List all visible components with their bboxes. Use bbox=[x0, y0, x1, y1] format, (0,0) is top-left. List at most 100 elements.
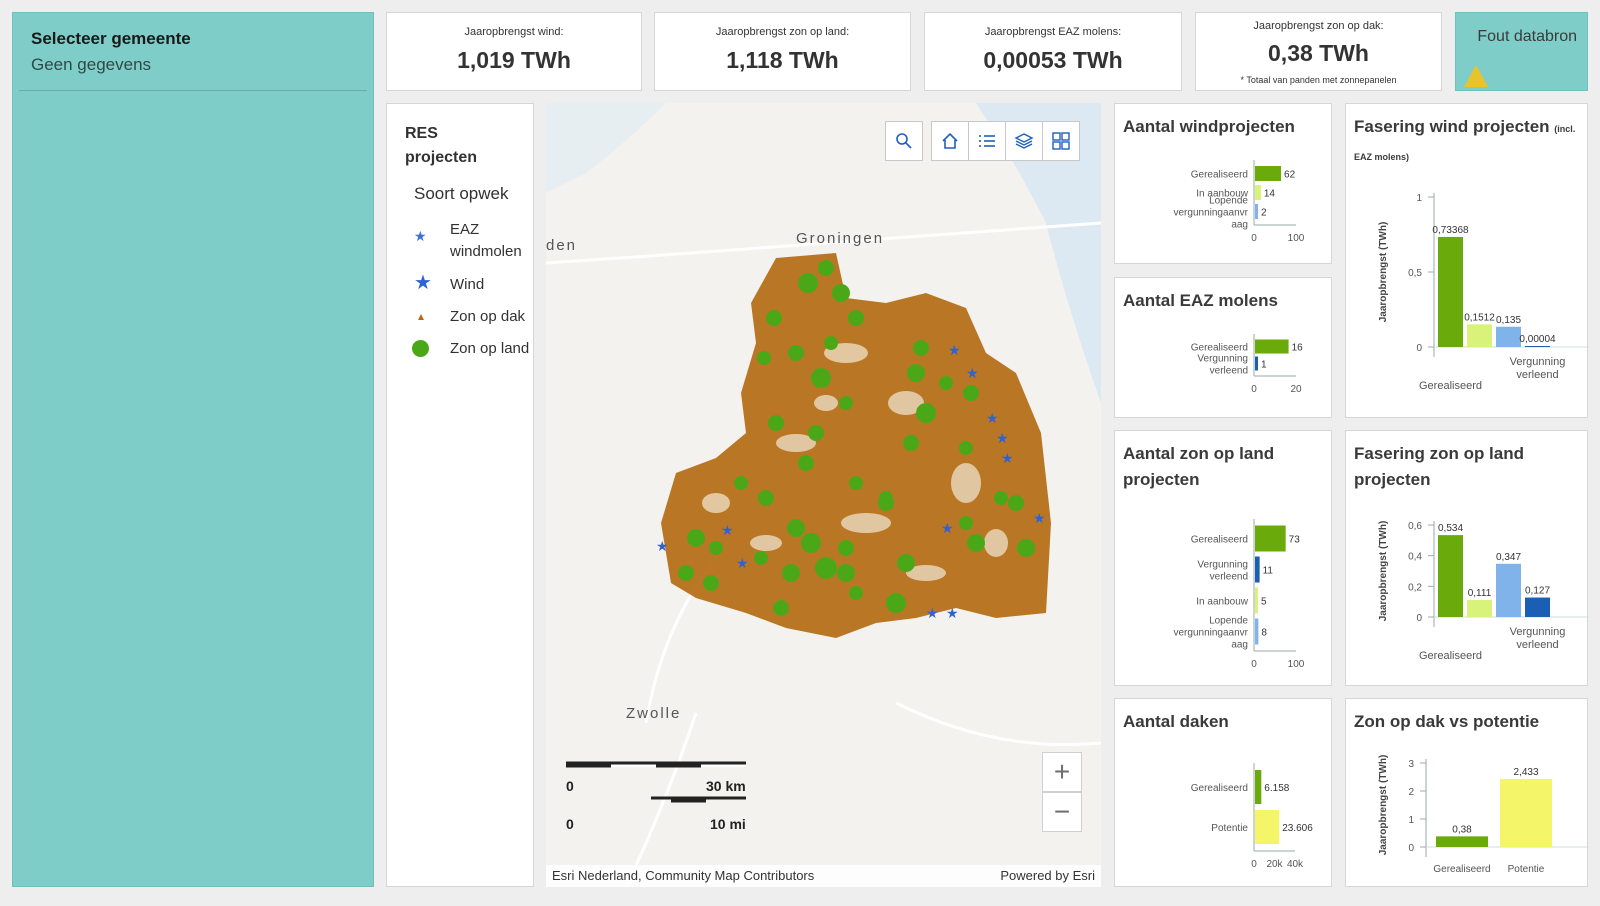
bar[interactable] bbox=[1255, 525, 1286, 552]
y-tick-label: 0 bbox=[1416, 343, 1422, 354]
city-label-partial: den bbox=[546, 237, 577, 254]
bar[interactable] bbox=[1496, 563, 1521, 617]
layers-icon bbox=[1014, 133, 1034, 149]
eaz-chart: 16 Gerealiseerd 1 Vergunningverleend0 20 bbox=[1191, 334, 1303, 395]
kpi-label: Jaaropbrengst zon op dak: bbox=[1253, 20, 1384, 32]
svg-text:★: ★ bbox=[926, 605, 939, 621]
bar[interactable] bbox=[1500, 778, 1552, 847]
bar[interactable] bbox=[1255, 204, 1258, 219]
map-attribution: Esri Nederland, Community Map Contributo… bbox=[546, 865, 1101, 887]
legend-item-label: Zon op dak bbox=[450, 308, 526, 325]
fasering-zon-chart: Jaaropbrengst (TWh) 0,6 0,4 0,2 0 0,534 0,111 0… bbox=[1378, 521, 1589, 662]
category-label: Lopende bbox=[1209, 196, 1248, 207]
plus-icon: + bbox=[1053, 756, 1071, 787]
circle-icon bbox=[412, 340, 429, 357]
chart-card-daken: Aantal daken 6.158 Gerealiseerd 23.606 Pote… bbox=[1114, 698, 1332, 887]
zoom-in-button[interactable]: + bbox=[1042, 752, 1082, 792]
sidebar-title: Selecteer gemeente bbox=[31, 29, 191, 48]
bar-value-label: 1 bbox=[1261, 360, 1267, 371]
bar[interactable] bbox=[1255, 810, 1280, 844]
bar[interactable] bbox=[1467, 599, 1492, 617]
category-label: Gerealiseerd bbox=[1191, 535, 1248, 546]
y-tick-label: 0 bbox=[1408, 843, 1414, 854]
category-label: Vergunning bbox=[1197, 560, 1248, 571]
svg-text:★: ★ bbox=[1001, 450, 1014, 466]
svg-text:★: ★ bbox=[941, 520, 954, 536]
bar[interactable] bbox=[1255, 185, 1261, 200]
zonland-chart: 73 Gerealiseerd 11 Vergunningverleend 5 In aa… bbox=[1174, 519, 1305, 670]
kpi-note: * Totaal van panden met zonnepanelen bbox=[1240, 75, 1397, 85]
y-tick-label: 0,2 bbox=[1408, 582, 1422, 593]
sidebar-divider bbox=[19, 90, 367, 91]
y-tick-label: 1 bbox=[1416, 193, 1422, 204]
legend-subtitle: Soort opwek bbox=[414, 184, 509, 203]
kpi-card-eaz: Jaaropbrengst EAZ molens: 0,00053 TWh bbox=[924, 12, 1182, 91]
bar-value-label: 5 bbox=[1261, 597, 1267, 608]
star-icon: ★ bbox=[414, 272, 432, 294]
tick-label: 40k bbox=[1287, 859, 1304, 870]
bar[interactable] bbox=[1438, 236, 1463, 347]
category-label: Gerealiseerd bbox=[1191, 783, 1248, 794]
bar[interactable] bbox=[1438, 535, 1463, 617]
legend-item-label: EAZ windmolen bbox=[450, 221, 522, 260]
bar-value-label: 0,73368 bbox=[1432, 225, 1469, 236]
bar[interactable] bbox=[1467, 324, 1492, 347]
bar[interactable] bbox=[1255, 587, 1258, 614]
zoom-out-button[interactable]: − bbox=[1042, 792, 1082, 832]
tick-label: 0 bbox=[1251, 659, 1257, 670]
category-label: aag bbox=[1231, 220, 1248, 231]
bar[interactable] bbox=[1255, 556, 1260, 583]
bar[interactable] bbox=[1255, 166, 1282, 181]
bar-value-label: 0,00004 bbox=[1519, 334, 1556, 345]
kpi-value: 0,00053 TWh bbox=[983, 47, 1123, 73]
bar[interactable] bbox=[1255, 618, 1259, 645]
category-label: vergunningaanvr bbox=[1174, 628, 1249, 639]
small-star-icon: ★ bbox=[414, 228, 427, 244]
bar[interactable] bbox=[1496, 326, 1521, 347]
daken-chart: 6.158 Gerealiseerd 23.606 Potentie 0 20k 40k bbox=[1191, 763, 1313, 870]
bar[interactable] bbox=[1255, 339, 1289, 354]
bar[interactable] bbox=[1436, 836, 1488, 847]
tick-label: 0 bbox=[1251, 384, 1257, 395]
bar-value-label: 6.158 bbox=[1264, 783, 1289, 794]
tick-label: 20 bbox=[1290, 384, 1302, 395]
x-tick-label: Vergunning bbox=[1510, 626, 1566, 638]
search-icon bbox=[896, 133, 912, 149]
chart-card-windprojecten: Aantal windprojecten 62 Gerealiseerd 14 In … bbox=[1114, 103, 1332, 264]
legend-item-label: Wind bbox=[450, 276, 485, 293]
bar[interactable] bbox=[1255, 770, 1262, 804]
minus-icon: − bbox=[1053, 796, 1071, 827]
powered-by-esri[interactable]: Powered by Esri bbox=[1000, 868, 1095, 883]
basemap-gallery-button[interactable] bbox=[1042, 121, 1080, 161]
bar-value-label: 8 bbox=[1261, 628, 1267, 639]
map-canvas[interactable]: ★ ★ ★ ★ ★ ★ ★ ★ ★ ★ ★ ★ Groningen Zwolle den 0 3… bbox=[546, 103, 1101, 887]
tick-label: 100 bbox=[1288, 659, 1305, 670]
legend-title: RES projecten bbox=[405, 125, 478, 166]
bar-value-label: 73 bbox=[1289, 535, 1301, 546]
data-source-error-card[interactable]: Fout databron bbox=[1455, 12, 1588, 91]
bar[interactable] bbox=[1255, 356, 1258, 371]
chart-card-zon-dak-potentie: Zon op dak vs potentie Jaaropbrengst (TW… bbox=[1345, 698, 1589, 887]
municipality-selector-panel[interactable]: Selecteer gemeente Geen gegevens bbox=[12, 12, 374, 887]
bar-value-label: 0,111 bbox=[1468, 588, 1492, 599]
search-button[interactable] bbox=[885, 121, 923, 161]
kpi-value: 1,118 TWh bbox=[726, 47, 839, 73]
bar-value-label: 0,127 bbox=[1525, 586, 1550, 597]
bar-value-label: 0,347 bbox=[1496, 552, 1521, 563]
svg-text:★: ★ bbox=[946, 605, 959, 621]
map-view[interactable]: ★ ★ ★ ★ ★ ★ ★ ★ ★ ★ ★ ★ Groningen Zwolle den 0 3… bbox=[546, 103, 1101, 887]
city-label-groningen: Groningen bbox=[796, 230, 884, 247]
windprojecten-chart: 62Gerealiseerd14In aanbouw2Lopendevergun… bbox=[1174, 160, 1305, 244]
chart-card-fasering-zon: Fasering zon op land projecten Jaaropbre… bbox=[1345, 430, 1589, 686]
layers-button[interactable] bbox=[1005, 121, 1043, 161]
home-button[interactable] bbox=[931, 121, 969, 161]
legend-button[interactable] bbox=[968, 121, 1006, 161]
bar-value-label: 0,534 bbox=[1438, 523, 1463, 534]
bar[interactable] bbox=[1525, 346, 1550, 347]
svg-text:★: ★ bbox=[1033, 510, 1046, 526]
attribution-text: Esri Nederland, Community Map Contributo… bbox=[552, 868, 815, 883]
bar[interactable] bbox=[1525, 597, 1550, 617]
legend-item-label: Zon op land bbox=[450, 340, 530, 357]
svg-text:★: ★ bbox=[736, 555, 749, 571]
x-tick-label: verleend bbox=[1516, 369, 1558, 381]
